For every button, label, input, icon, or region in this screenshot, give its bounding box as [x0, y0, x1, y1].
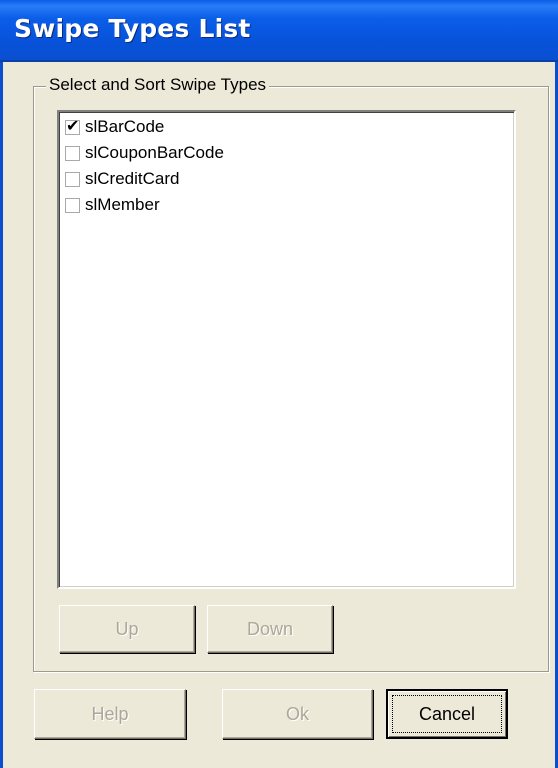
list-item-label: slCreditCard	[85, 169, 180, 188]
list-item-label: slMember	[85, 195, 160, 214]
cancel-button-label: Cancel	[418, 703, 476, 724]
checkbox-slcouponbarcode[interactable]	[65, 145, 80, 161]
checkbox-slcreditcard[interactable]	[65, 171, 80, 187]
list-item[interactable]: ✔ slBarCode	[65, 114, 164, 140]
ok-button[interactable]: Ok	[222, 689, 373, 739]
groupbox-caption: Select and Sort Swipe Types	[46, 75, 270, 95]
swipe-types-dialog: Swipe Types List Select and Sort Swipe T…	[0, 0, 558, 768]
up-button[interactable]: Up	[59, 605, 195, 653]
list-item-label: slBarCode	[85, 117, 165, 136]
help-button[interactable]: Help	[34, 689, 186, 739]
checkmark-icon: ✔	[66, 115, 80, 135]
list-item[interactable]: slMember	[65, 192, 160, 218]
checkbox-slmember[interactable]	[65, 197, 80, 213]
window-title: Swipe Types List	[14, 14, 251, 43]
cancel-button[interactable]: Cancel	[386, 689, 508, 739]
title-bar-divider	[0, 60, 558, 62]
swipe-types-checklist[interactable]: ✔ slBarCode slCouponBarCode slCreditCard…	[57, 110, 516, 589]
list-item[interactable]: slCreditCard	[65, 166, 179, 192]
list-item[interactable]: slCouponBarCode	[65, 140, 224, 166]
list-item-label: slCouponBarCode	[85, 143, 224, 162]
title-bar[interactable]: Swipe Types List	[0, 0, 558, 60]
down-button[interactable]: Down	[207, 605, 333, 653]
checkbox-slbarcode[interactable]: ✔	[65, 115, 80, 135]
window-border-left	[0, 62, 3, 768]
